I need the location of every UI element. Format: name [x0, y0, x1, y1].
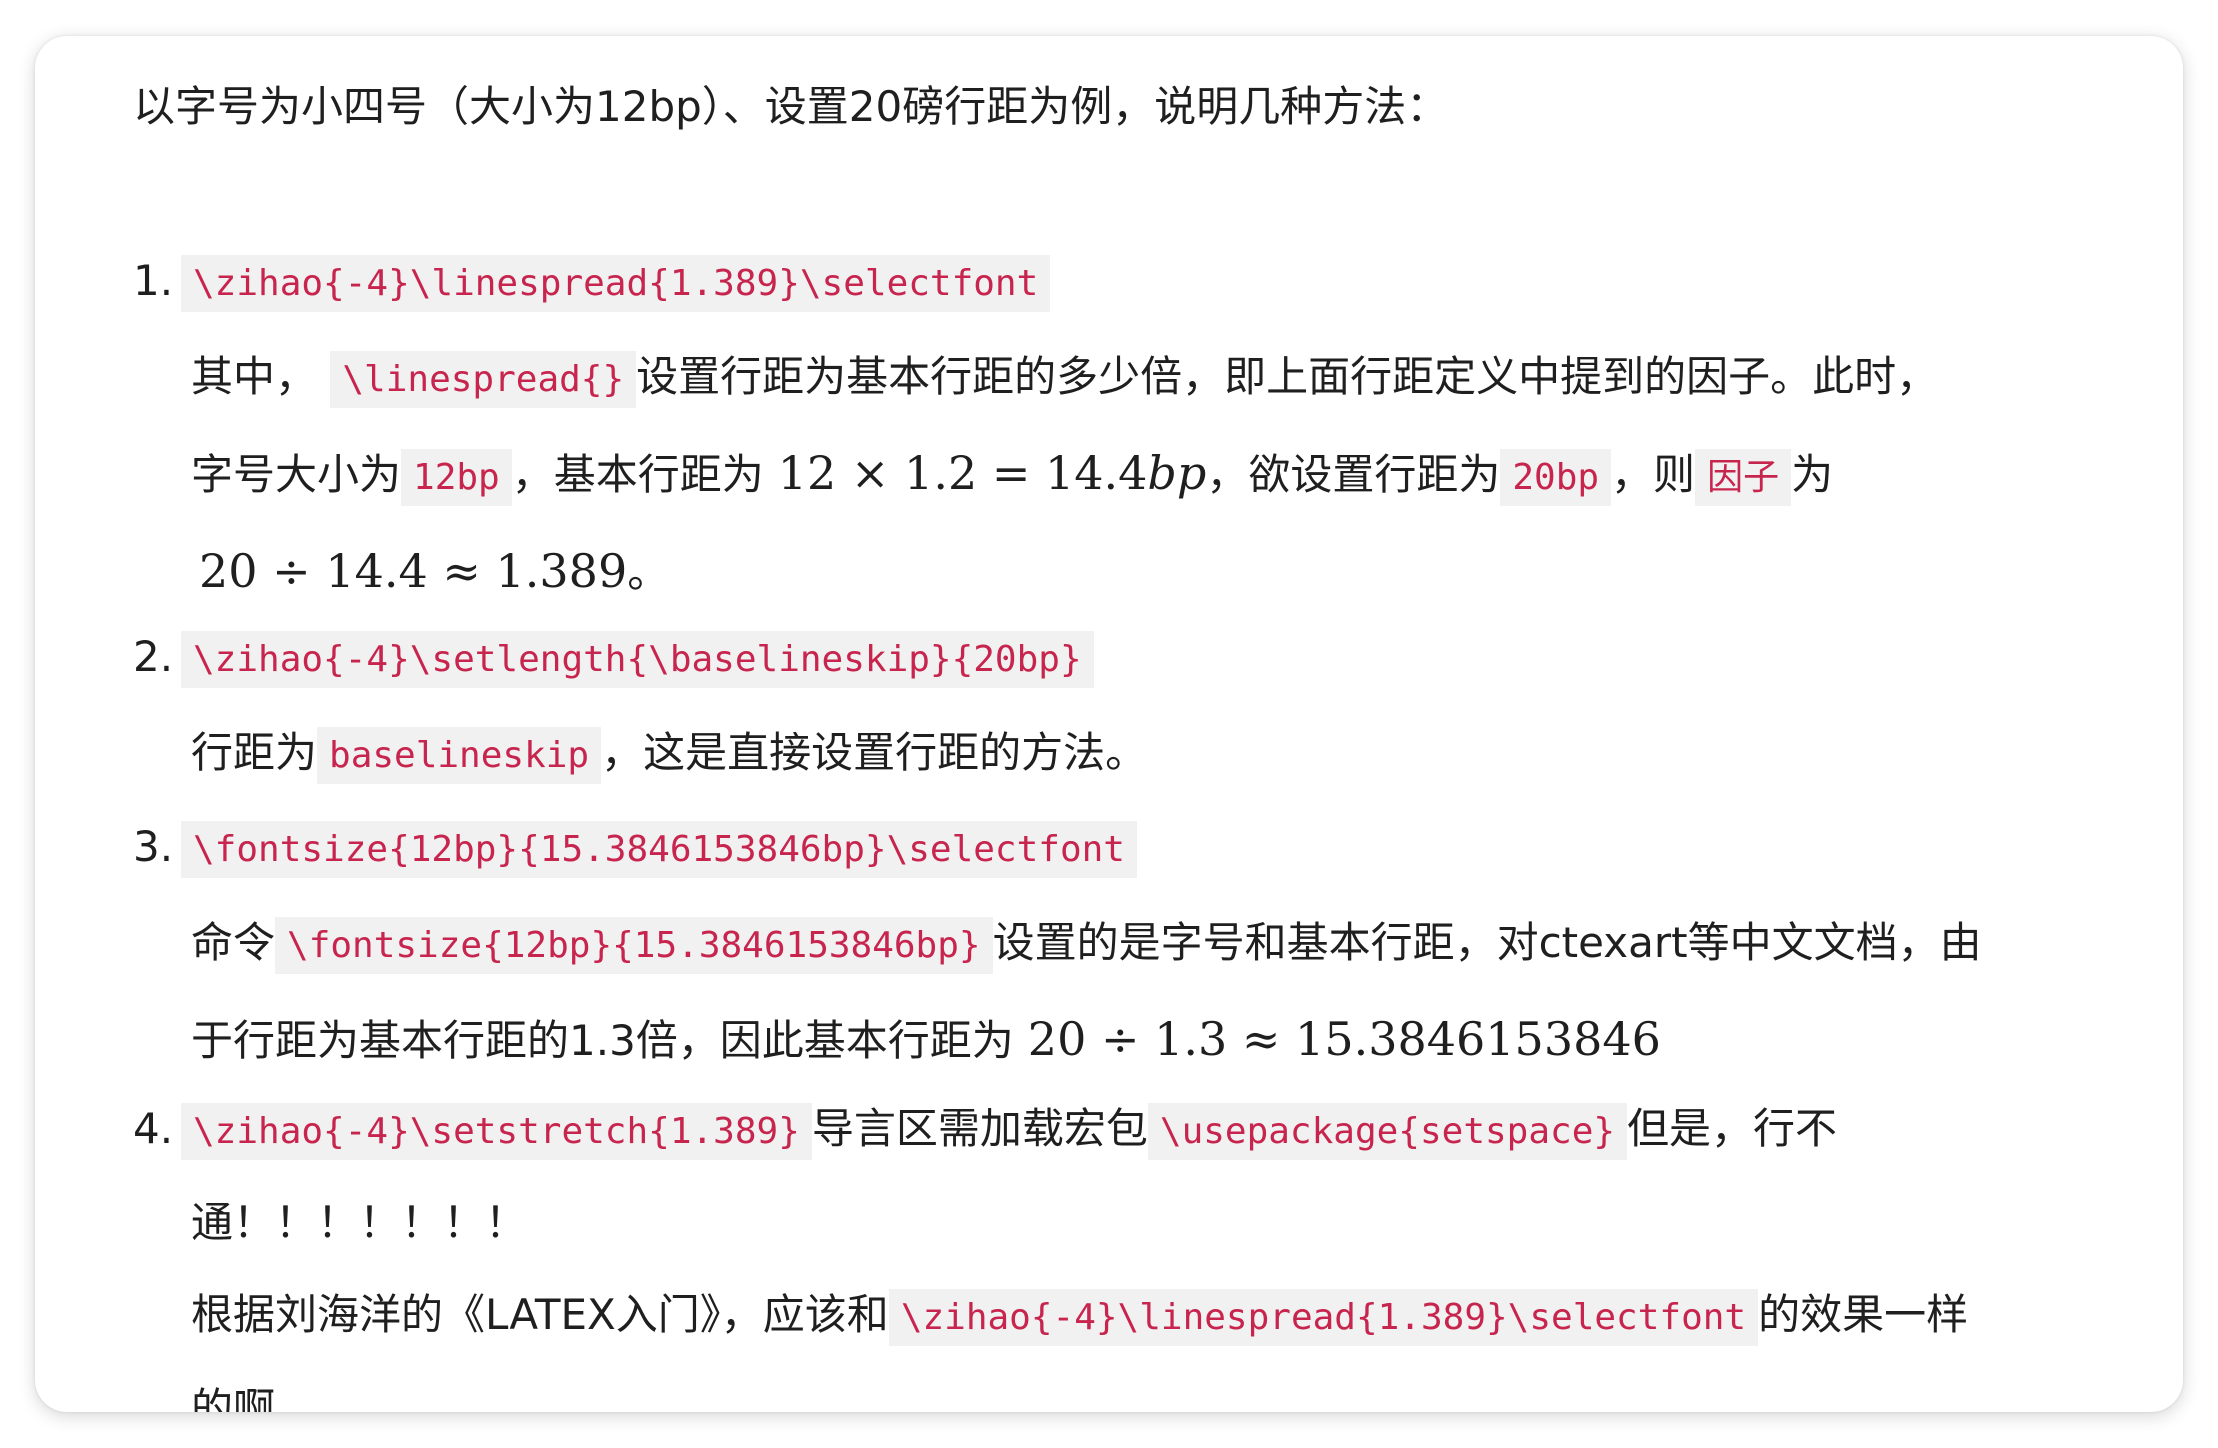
math-expression: 20 ÷ 14.4 ≈ 1.389 [199, 544, 628, 598]
text-segment: ，则 [1611, 450, 1696, 499]
item-4-line-1: 通！！！！！！！ [191, 1198, 528, 1247]
item-3-line-1: 命令 \fontsize{12bp}{15.3846153846bp} 设置的是字号… [191, 898, 1982, 991]
list-number: 1. [133, 256, 174, 305]
code-snippet: \fontsize{12bp}{15.3846153846bp} [275, 917, 993, 974]
item-1-heading: \zihao{-4}\linespread{1.389}\selectfont [181, 236, 1051, 329]
text-segment: 设置的是字号和基本行距，对ctexart等中文文档，由 [992, 918, 1982, 967]
content-card: 以字号为小四号（大小为12bp）、设置20磅行距为例，说明几种方法： 1. \z… [35, 36, 2183, 1412]
text-segment: 字号大小为 [191, 450, 402, 499]
item-4-line-3: 的啊。 [191, 1384, 318, 1412]
math-unit: bp [1147, 446, 1207, 500]
text-segment: 。 [627, 548, 670, 597]
text-segment: ，欲设置行距为 [1206, 450, 1501, 499]
list-number: 4. [133, 1104, 174, 1153]
item-3-line-2: 于行距为基本行距的1.3倍，因此基本行距为 20 ÷ 1.3 ≈ 15.38461… [191, 994, 1661, 1086]
item-4-line-2: 根据刘海洋的《LATEX入门》，应该和 \zihao{-4}\linespread… [191, 1270, 1968, 1363]
item-1-line-2: 字号大小为 12bp ，基本行距为 12 × 1.2 = 14.4bp，欲设置行距为 2… [191, 428, 1833, 523]
item-3-heading: \fontsize{12bp}{15.3846153846bp}\selectf… [181, 802, 1137, 895]
text-segment: ，这是直接设置行距的方法。 [601, 728, 1148, 777]
text-segment: 导言区需加载宏包 [811, 1104, 1148, 1153]
text-segment: 但是，行不 [1627, 1104, 1838, 1153]
code-snippet: \zihao{-4}\setlength{\baselineskip}{20bp… [181, 631, 1094, 688]
text-segment: 于行距为基本行距的1.3倍，因此基本行距为 [191, 1016, 1014, 1065]
item-1-line-1: 其中， \linespread{} 设置行距为基本行距的多少倍，即上面行距定义中提… [191, 332, 1938, 425]
list-number: 3. [133, 822, 174, 871]
code-snippet: 20bp [1500, 449, 1612, 506]
text-segment: 为 [1791, 450, 1834, 499]
math-expression: 12 × 1.2 = 14.4bp [778, 446, 1207, 500]
text-segment: 命令 [191, 918, 276, 967]
math-expression: 20 ÷ 1.3 ≈ 15.3846153846 [1027, 1012, 1661, 1066]
code-snippet: \zihao{-4}\linespread{1.389}\selectfont [181, 255, 1051, 312]
text-segment: 设置行距为基本行距的多少倍，即上面行距定义中提到的因子。此时， [636, 352, 1939, 401]
item-1-line-3: 20 ÷ 14.4 ≈ 1.389。 [199, 526, 669, 618]
code-snippet: \zihao{-4}\linespread{1.389}\selectfont [888, 1289, 1759, 1346]
math-text: 12 × 1.2 = 14.4 [777, 446, 1148, 500]
item-2-line-1: 行距为 baselineskip ，这是直接设置行距的方法。 [191, 708, 1147, 801]
text-segment: ，基本行距为 [511, 450, 764, 499]
intro-text: 以字号为小四号（大小为12bp）、设置20磅行距为例，说明几种方法： [133, 82, 1449, 131]
text-segment: 其中， [191, 352, 318, 401]
item-4-heading: \zihao{-4}\setstretch{1.389} 导言区需加载宏包 \use… [181, 1084, 1837, 1177]
item-2-heading: \zihao{-4}\setlength{\baselineskip}{20bp… [181, 612, 1094, 705]
list-number: 2. [133, 632, 174, 681]
text-segment: 根据刘海洋的《LATEX入门》，应该和 [191, 1290, 889, 1339]
code-snippet: 12bp [401, 449, 512, 506]
code-snippet: baselineskip [317, 727, 602, 784]
text-segment: 的效果一样 [1758, 1290, 1969, 1339]
code-snippet: \usepackage{setspace} [1147, 1103, 1628, 1160]
code-snippet: \zihao{-4}\setstretch{1.389} [181, 1103, 812, 1160]
text-segment: 行距为 [191, 728, 318, 777]
code-snippet: \fontsize{12bp}{15.3846153846bp}\selectf… [181, 821, 1137, 878]
code-snippet: 因子 [1695, 449, 1792, 506]
code-snippet: \linespread{} [330, 351, 637, 408]
